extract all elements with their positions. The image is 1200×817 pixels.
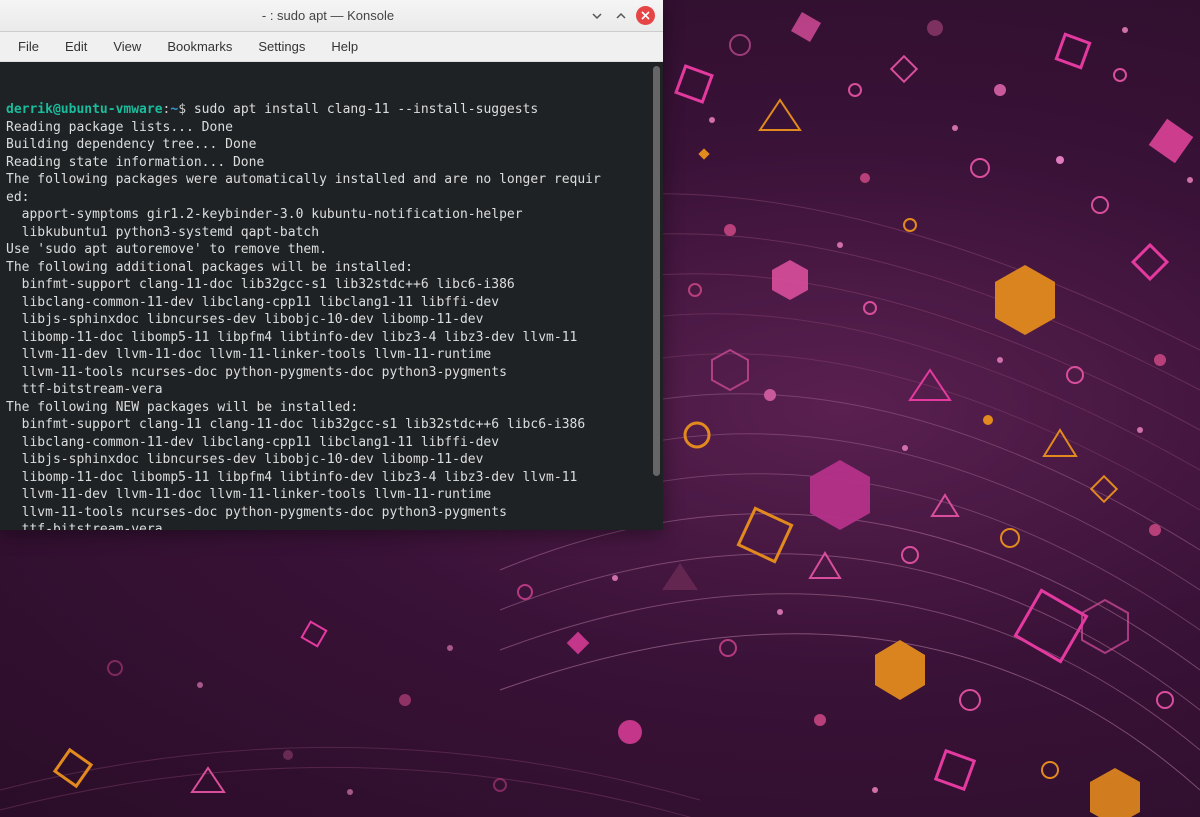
scrollbar[interactable] bbox=[653, 66, 660, 476]
chevron-up-icon bbox=[615, 10, 627, 22]
minimize-button[interactable] bbox=[588, 7, 606, 25]
terminal-output-line: apport-symptoms gir1.2-keybinder-3.0 kub… bbox=[6, 206, 657, 224]
terminal-output-line: llvm-11-tools ncurses-doc python-pygment… bbox=[6, 364, 657, 382]
terminal-content: derrik@ubuntu-vmware:~$ sudo apt install… bbox=[6, 101, 657, 530]
menu-settings[interactable]: Settings bbox=[246, 35, 317, 58]
command-text: sudo apt install clang-11 --install-sugg… bbox=[194, 102, 538, 117]
titlebar[interactable]: - : sudo apt — Konsole bbox=[0, 0, 663, 32]
terminal-output-line: libclang-common-11-dev libclang-cpp11 li… bbox=[6, 434, 657, 452]
terminal-output-line: binfmt-support clang-11 clang-11-doc lib… bbox=[6, 416, 657, 434]
chevron-down-icon bbox=[591, 10, 603, 22]
prompt-user: derrik@ubuntu-vmware bbox=[6, 102, 163, 117]
menu-view[interactable]: View bbox=[101, 35, 153, 58]
close-button[interactable] bbox=[636, 6, 655, 25]
terminal-output-line: libclang-common-11-dev libclang-cpp11 li… bbox=[6, 294, 657, 312]
terminal-output-line: The following NEW packages will be insta… bbox=[6, 399, 657, 417]
menu-help[interactable]: Help bbox=[319, 35, 370, 58]
terminal-output-line: libkubuntu1 python3-systemd qapt-batch bbox=[6, 224, 657, 242]
terminal-output-line: ttf-bitstream-vera bbox=[6, 521, 657, 530]
prompt-symbol: $ bbox=[178, 102, 194, 117]
terminal-output-line: Reading package lists... Done bbox=[6, 119, 657, 137]
terminal-area[interactable]: derrik@ubuntu-vmware:~$ sudo apt install… bbox=[0, 62, 663, 530]
menu-file[interactable]: File bbox=[6, 35, 51, 58]
terminal-output-line: ed: bbox=[6, 189, 657, 207]
menubar: File Edit View Bookmarks Settings Help bbox=[0, 32, 663, 62]
terminal-output-line: llvm-11-tools ncurses-doc python-pygment… bbox=[6, 504, 657, 522]
menu-bookmarks[interactable]: Bookmarks bbox=[155, 35, 244, 58]
window-title: - : sudo apt — Konsole bbox=[68, 8, 588, 23]
terminal-output-line: libjs-sphinxdoc libncurses-dev libobjc-1… bbox=[6, 311, 657, 329]
terminal-output-line: The following additional packages will b… bbox=[6, 259, 657, 277]
close-icon bbox=[640, 10, 651, 21]
terminal-output-line: binfmt-support clang-11-doc lib32gcc-s1 … bbox=[6, 276, 657, 294]
terminal-output-line: libjs-sphinxdoc libncurses-dev libobjc-1… bbox=[6, 451, 657, 469]
terminal-output-line: Reading state information... Done bbox=[6, 154, 657, 172]
konsole-window: - : sudo apt — Konsole File Edit View Bo… bbox=[0, 0, 663, 530]
terminal-output-line: ttf-bitstream-vera bbox=[6, 381, 657, 399]
terminal-output-line: Use 'sudo apt autoremove' to remove them… bbox=[6, 241, 657, 259]
terminal-output-line: llvm-11-dev llvm-11-doc llvm-11-linker-t… bbox=[6, 486, 657, 504]
terminal-output-line: llvm-11-dev llvm-11-doc llvm-11-linker-t… bbox=[6, 346, 657, 364]
maximize-button[interactable] bbox=[612, 7, 630, 25]
terminal-output-line: libomp-11-doc libomp5-11 libpfm4 libtinf… bbox=[6, 469, 657, 487]
terminal-output-line: The following packages were automaticall… bbox=[6, 171, 657, 189]
terminal-output-line: Building dependency tree... Done bbox=[6, 136, 657, 154]
menu-edit[interactable]: Edit bbox=[53, 35, 99, 58]
terminal-output-line: libomp-11-doc libomp5-11 libpfm4 libtinf… bbox=[6, 329, 657, 347]
